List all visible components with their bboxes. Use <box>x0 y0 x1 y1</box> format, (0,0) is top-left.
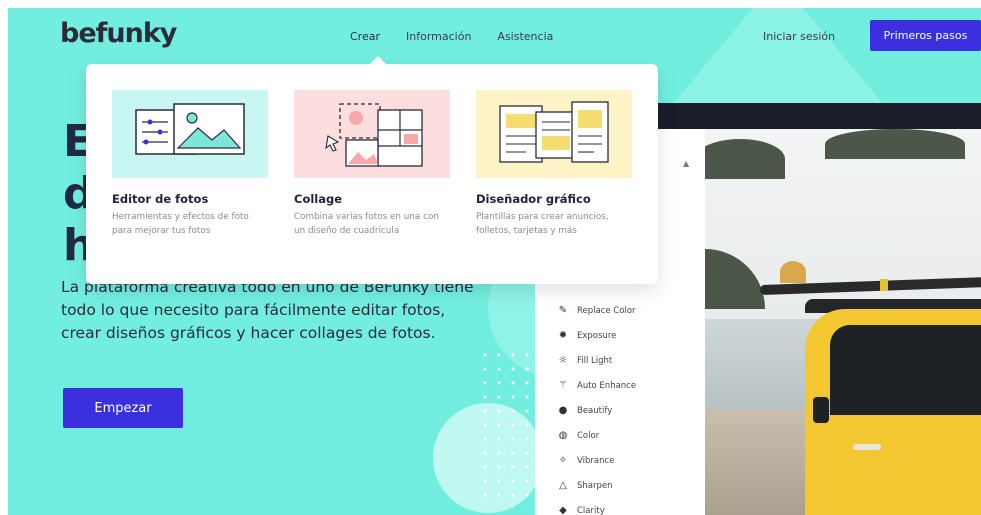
menu-item-color[interactable]: ◍ Color <box>557 430 600 441</box>
menu-item-label: Auto Enhance <box>577 380 637 391</box>
menu-item-label: Exposure <box>577 330 617 341</box>
befunky-logo[interactable]: befunky <box>60 18 177 49</box>
menu-item-vibrance[interactable]: ✧ Vibrance <box>557 455 615 466</box>
menu-item-fill-light[interactable]: ☼ Fill Light <box>557 355 613 366</box>
graphic-designer-illustration <box>476 90 632 178</box>
menu-item-replace-color[interactable]: ✎ Replace Color <box>557 305 636 316</box>
dot-icon: ● <box>558 405 568 416</box>
menu-item-auto-enhance[interactable]: ⚚ Auto Enhance <box>557 380 637 391</box>
landing-page: befunky Crear Información Asistencia Ini… <box>8 8 981 515</box>
card-description: Combina varias fotos en una con un diseñ… <box>294 212 439 236</box>
menu-item-label: Vibrance <box>577 455 615 466</box>
card-title: Collage <box>294 192 343 206</box>
dropdown-card-photo-editor[interactable]: Editor de fotos Herramientas y efectos d… <box>112 90 272 238</box>
hero-description: La plataforma creativa todo en uno de Be… <box>61 278 474 342</box>
menu-item-label: Color <box>577 430 600 441</box>
color-icon: ◍ <box>558 430 568 441</box>
photo-surfboard-stripe <box>880 279 888 291</box>
dropdown-caret <box>370 56 386 64</box>
menu-item-clarity[interactable]: ◆ Clarity <box>557 505 605 515</box>
diamond-icon: ◆ <box>559 505 567 515</box>
card-title: Editor de fotos <box>112 192 209 206</box>
menu-item-label: Fill Light <box>577 355 613 366</box>
card-description: Herramientas y efectos de foto para mejo… <box>112 212 249 236</box>
dropper-icon: ✎ <box>558 305 568 316</box>
menu-item-label: Clarity <box>577 505 605 515</box>
sample-photo <box>705 129 981 515</box>
menu-item-label: Sharpen <box>577 480 613 491</box>
photo-palm-leaves <box>825 129 965 159</box>
photo-surfboard-fin <box>780 261 806 283</box>
triangle-icon: △ <box>559 480 567 491</box>
menu-item-exposure[interactable]: ✹ Exposure <box>557 330 617 341</box>
card-title: Diseñador gráfico <box>476 192 591 206</box>
vibrance-icon: ✧ <box>558 455 568 466</box>
dropdown-card-graphic-designer[interactable]: Diseñador gráfico Plantillas para crear … <box>476 90 636 238</box>
photo-palm-leaves <box>705 139 785 179</box>
wand-icon: ⚚ <box>558 380 568 391</box>
photo-van-handle <box>853 444 881 450</box>
login-link[interactable]: Iniciar sesión <box>763 30 835 43</box>
menu-item-label: Beautify <box>577 405 613 416</box>
nav-item-informacion[interactable]: Información <box>406 30 471 43</box>
collage-illustration <box>294 90 450 178</box>
crear-dropdown-menu: Editor de fotos Herramientas y efectos d… <box>86 64 658 284</box>
start-button[interactable]: Empezar <box>63 388 183 428</box>
get-started-button[interactable]: Primeros pasos <box>870 20 981 51</box>
nav-item-asistencia[interactable]: Asistencia <box>497 30 553 43</box>
menu-item-beautify[interactable]: ● Beautify <box>557 405 613 416</box>
photo-palm-leaves <box>705 249 765 309</box>
nav-item-crear[interactable]: Crear <box>350 30 380 43</box>
dropdown-card-collage[interactable]: Collage Combina varias fotos en una con … <box>294 90 454 238</box>
photo-van-window <box>830 325 981 415</box>
sun-icon: ✹ <box>558 330 568 341</box>
scroll-up-icon[interactable]: ▲ <box>683 159 689 168</box>
main-nav: Crear Información Asistencia <box>350 30 553 43</box>
photo-van-mirror <box>813 397 829 423</box>
menu-item-sharpen[interactable]: △ Sharpen <box>557 480 613 491</box>
photo-editor-illustration <box>112 90 268 178</box>
card-description: Plantillas para crear anuncios, folletos… <box>476 212 609 236</box>
menu-item-label: Replace Color <box>577 305 636 316</box>
bulb-icon: ☼ <box>558 355 568 366</box>
